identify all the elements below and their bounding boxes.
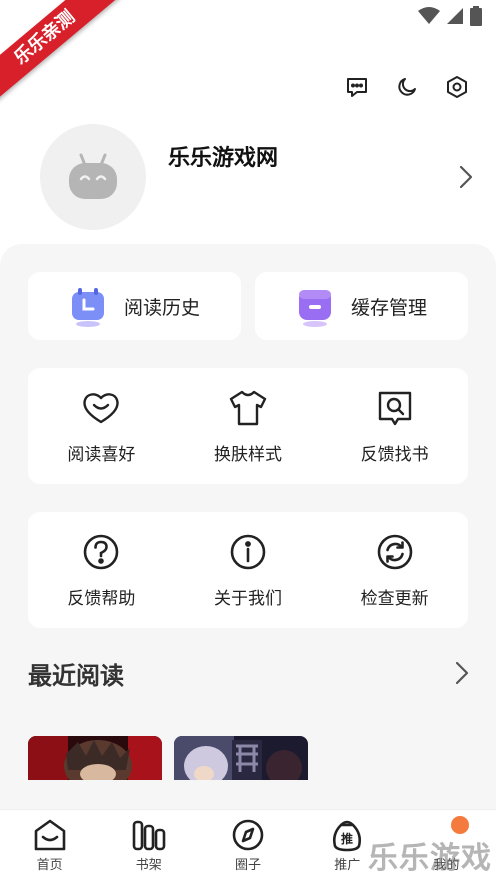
info-circle-icon (228, 532, 268, 572)
recent-reading-title: 最近阅读 (28, 662, 124, 690)
cache-management-label: 缓存管理 (351, 296, 428, 319)
check-update-button[interactable]: 检查更新 (321, 512, 468, 628)
home-icon (34, 819, 65, 851)
promo-bag-icon: 推 (333, 820, 362, 852)
feedback-find-book-label: 反馈找书 (360, 445, 429, 465)
promo-badge-text: 推 (341, 831, 353, 846)
heart-smile-icon (81, 388, 121, 428)
status-icons (418, 6, 482, 26)
username[interactable]: 乐乐游戏网 (168, 140, 278, 172)
book-cover[interactable] (174, 736, 308, 780)
feedback-help-button[interactable]: 反馈帮助 (28, 512, 175, 628)
message-icon[interactable] (344, 74, 370, 100)
signal-icon (447, 8, 463, 24)
profile-icon (450, 816, 469, 834)
nav-bookshelf-label: 书架 (135, 858, 162, 873)
settings-icon[interactable] (444, 74, 470, 100)
cache-management-button[interactable]: 缓存管理 (255, 272, 468, 340)
nav-bookshelf[interactable]: 书架 (99, 810, 198, 883)
wifi-icon (418, 7, 440, 24)
shirt-icon (228, 388, 268, 428)
bottom-nav: 首页 书架 圈子 推 推广 我的 乐乐游戏 (0, 809, 496, 883)
profile-header[interactable]: 乐乐游戏网 (40, 124, 480, 230)
book-cover[interactable] (28, 736, 162, 780)
reading-preference-button[interactable]: 阅读喜好 (28, 368, 175, 484)
reading-history-label: 阅读历史 (124, 296, 201, 319)
skin-style-button[interactable]: 换肤样式 (175, 368, 322, 484)
chevron-right-icon[interactable] (454, 660, 470, 690)
compass-icon (232, 819, 264, 851)
nav-circle-label: 圈子 (235, 858, 262, 873)
reading-preference-label: 阅读喜好 (67, 445, 136, 465)
top-actions (344, 74, 470, 100)
about-us-button[interactable]: 关于我们 (175, 512, 322, 628)
android-avatar-icon (69, 153, 117, 199)
about-us-label: 关于我们 (214, 589, 282, 609)
cache-box-icon (297, 288, 333, 327)
feedback-find-book-button[interactable]: 反馈找书 (321, 368, 468, 484)
features-card-2: 反馈帮助 关于我们 检查更新 (28, 512, 468, 628)
menu-panel: 阅读历史 缓存管理 阅读喜好 换肤样式 反馈找书 反馈帮助 关于我们 检查更新 … (0, 244, 496, 809)
clock-calendar-icon (70, 288, 106, 327)
reading-history-button[interactable]: 阅读历史 (28, 272, 241, 340)
feedback-help-label: 反馈帮助 (67, 589, 136, 609)
night-mode-icon[interactable] (394, 74, 420, 100)
watermark: 乐乐游戏 (368, 841, 492, 876)
chevron-right-icon[interactable] (458, 164, 474, 194)
features-card-1: 阅读喜好 换肤样式 反馈找书 (28, 368, 468, 484)
question-circle-icon (81, 532, 121, 572)
battery-icon (470, 6, 482, 26)
refresh-circle-icon (375, 532, 415, 572)
book-search-icon (375, 388, 415, 428)
avatar[interactable] (40, 124, 146, 230)
nav-circle[interactable]: 圈子 (198, 810, 297, 883)
check-update-label: 检查更新 (360, 589, 429, 609)
nav-promotion-label: 推广 (334, 858, 361, 873)
skin-style-label: 换肤样式 (214, 445, 282, 465)
nav-home-label: 首页 (36, 858, 63, 873)
bookshelf-icon (132, 820, 166, 851)
nav-home[interactable]: 首页 (0, 810, 99, 883)
